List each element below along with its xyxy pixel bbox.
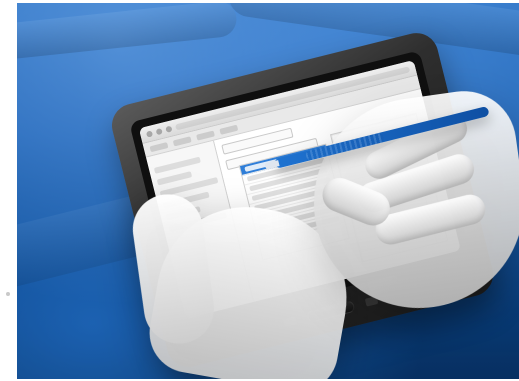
titlebar-dot-3 bbox=[165, 125, 173, 133]
photo-crop bbox=[17, 3, 519, 379]
toolbar-tool-3 bbox=[195, 129, 215, 141]
image-frame bbox=[0, 0, 519, 381]
toolbar-tool-1 bbox=[149, 141, 169, 152]
titlebar-dot-1 bbox=[145, 129, 154, 138]
toolbar-tool-4 bbox=[219, 124, 239, 135]
left-pane-line-1 bbox=[153, 156, 202, 174]
toolbar-tool-2 bbox=[172, 135, 192, 146]
left-bullet-dot bbox=[6, 292, 10, 296]
titlebar-dot-2 bbox=[155, 127, 163, 135]
